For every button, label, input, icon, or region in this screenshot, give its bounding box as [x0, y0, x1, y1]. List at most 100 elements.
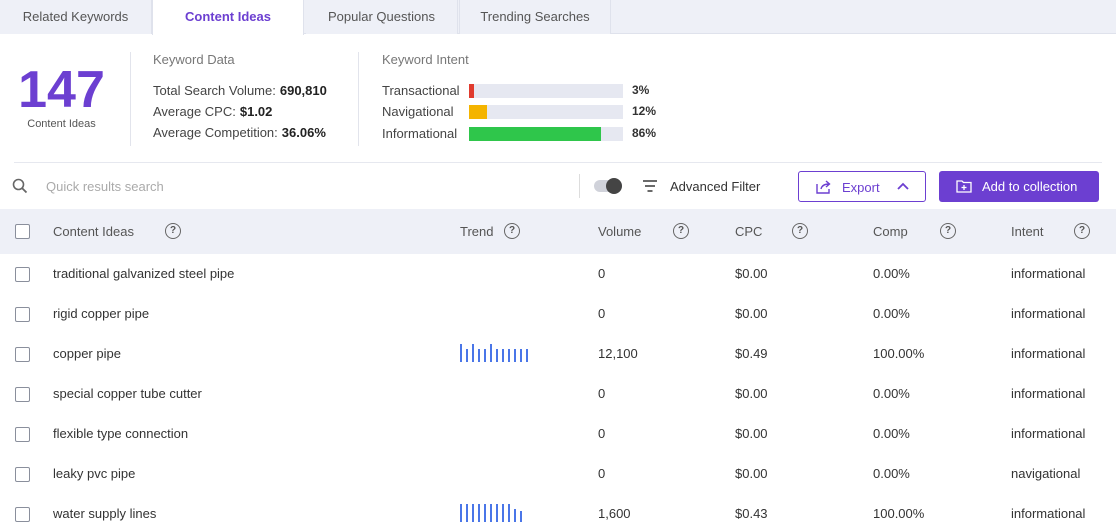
tab-related-keywords[interactable]: Related Keywords — [0, 0, 152, 34]
trend-bar — [514, 508, 516, 522]
divider — [14, 162, 1102, 163]
table-row[interactable]: special copper tube cutter 0 $0.00 0.00% inf… — [0, 374, 1116, 414]
row-checkbox[interactable] — [15, 267, 30, 282]
add-to-collection-button[interactable]: Add to collection — [939, 171, 1099, 202]
keyword-intent-title: Keyword Intent — [382, 52, 469, 67]
row-checkbox[interactable] — [15, 507, 30, 522]
quick-search-input[interactable] — [46, 176, 346, 196]
cell-volume: 0 — [598, 426, 606, 441]
trend-bar — [520, 511, 522, 522]
cell-intent: informational — [1011, 306, 1086, 321]
table-row[interactable]: traditional galvanized steel pipe 0 $0.00 0… — [0, 254, 1116, 294]
column-header-cpc[interactable]: CPC — [735, 224, 762, 239]
trend-bar — [526, 348, 528, 362]
help-icon[interactable]: ? — [1074, 223, 1090, 239]
divider — [358, 52, 359, 146]
row-checkbox[interactable] — [15, 387, 30, 402]
intent-bar-fill — [469, 84, 474, 98]
export-label: Export — [842, 180, 880, 195]
help-icon[interactable]: ? — [504, 223, 520, 239]
column-header-content-ideas[interactable]: Content Ideas — [53, 224, 134, 239]
chevron-up-icon — [897, 182, 909, 190]
intent-bar-fill — [469, 105, 488, 119]
trend-bar — [472, 504, 474, 522]
cell-idea[interactable]: flexible type connection — [53, 426, 188, 441]
trend-bar — [496, 504, 498, 522]
table-row[interactable]: leaky pvc pipe 0 $0.00 0.00% navigational — [0, 454, 1116, 494]
cell-idea[interactable]: traditional galvanized steel pipe — [53, 266, 234, 281]
cell-comp: 100.00% — [873, 506, 925, 521]
cell-comp: 0.00% — [873, 466, 910, 481]
cell-cpc: $0.00 — [735, 306, 768, 321]
column-header-trend[interactable]: Trend — [460, 224, 493, 239]
cell-idea[interactable]: leaky pvc pipe — [53, 466, 135, 481]
cell-cpc: $0.49 — [735, 346, 768, 361]
intent-percent: 86% — [632, 126, 657, 140]
content-ideas-caption: Content Ideas — [27, 118, 96, 130]
filter-toggle[interactable] — [594, 178, 622, 194]
column-header-intent[interactable]: Intent — [1011, 224, 1044, 239]
advanced-filter-button[interactable]: Advanced Filter — [670, 179, 760, 194]
folder-plus-icon — [956, 180, 972, 193]
help-icon[interactable]: ? — [165, 223, 181, 239]
table-header: Content Ideas ? Trend ? Volume ? CPC ? C… — [0, 209, 1116, 254]
trend-bar — [502, 504, 504, 522]
trend-bar — [484, 504, 486, 522]
cell-cpc: $0.00 — [735, 386, 768, 401]
cell-comp: 0.00% — [873, 426, 910, 441]
intent-label: Informational — [382, 126, 458, 141]
intent-percent: 3% — [632, 83, 650, 97]
tab-bar: Related Keywords Content Ideas Popular Q… — [0, 0, 1116, 35]
table-row[interactable]: rigid copper pipe 0 $0.00 0.00% informationa… — [0, 294, 1116, 334]
cell-volume: 12,100 — [598, 346, 638, 361]
help-icon[interactable]: ? — [792, 223, 808, 239]
select-all-checkbox[interactable] — [15, 224, 30, 239]
trend-bar — [514, 348, 516, 362]
cell-comp: 0.00% — [873, 266, 910, 281]
cell-comp: 100.00% — [873, 346, 925, 361]
export-button[interactable]: Export — [798, 171, 926, 202]
help-icon[interactable]: ? — [673, 223, 689, 239]
cell-volume: 0 — [598, 466, 606, 481]
total-search-volume: Total Search Volume: 690,810 — [153, 83, 327, 98]
tab-trending-searches[interactable]: Trending Searches — [459, 0, 611, 34]
trend-bar — [472, 344, 474, 362]
column-header-comp[interactable]: Comp — [873, 224, 908, 239]
tab-popular-questions[interactable]: Popular Questions — [306, 0, 458, 34]
intent-bar — [469, 84, 623, 98]
cell-intent: informational — [1011, 266, 1086, 281]
trend-bar — [460, 504, 462, 522]
filter-icon[interactable] — [643, 180, 657, 192]
cell-intent: informational — [1011, 426, 1086, 441]
table-row[interactable]: water supply lines 1,600 $0.43 100.00% infor… — [0, 494, 1116, 532]
cell-volume: 1,600 — [598, 506, 631, 521]
average-cpc: Average CPC: $1.02 — [153, 104, 273, 119]
cell-idea[interactable]: special copper tube cutter — [53, 386, 202, 401]
trend-bar — [484, 348, 486, 362]
cell-idea[interactable]: copper pipe — [53, 346, 121, 361]
trend-bar — [478, 504, 480, 522]
row-checkbox[interactable] — [15, 307, 30, 322]
row-checkbox[interactable] — [15, 427, 30, 442]
divider — [130, 52, 131, 146]
table-row[interactable]: copper pipe 12,100 $0.49 100.00% information… — [0, 334, 1116, 374]
row-checkbox[interactable] — [15, 467, 30, 482]
cell-intent: informational — [1011, 386, 1086, 401]
intent-label: Transactional — [382, 83, 460, 98]
cell-volume: 0 — [598, 266, 606, 281]
row-checkbox[interactable] — [15, 347, 30, 362]
cell-volume: 0 — [598, 386, 606, 401]
column-header-volume[interactable]: Volume — [598, 224, 641, 239]
trend-sparkline — [460, 504, 530, 522]
cell-comp: 0.00% — [873, 306, 910, 321]
help-icon[interactable]: ? — [940, 223, 956, 239]
cell-idea[interactable]: water supply lines — [53, 506, 156, 521]
divider — [579, 174, 580, 198]
tab-content-ideas[interactable]: Content Ideas — [152, 0, 304, 35]
trend-bar — [520, 348, 522, 362]
cell-intent: informational — [1011, 506, 1086, 521]
trend-bar — [466, 504, 468, 522]
cell-idea[interactable]: rigid copper pipe — [53, 306, 149, 321]
cell-cpc: $0.43 — [735, 506, 768, 521]
table-row[interactable]: flexible type connection 0 $0.00 0.00% infor… — [0, 414, 1116, 454]
